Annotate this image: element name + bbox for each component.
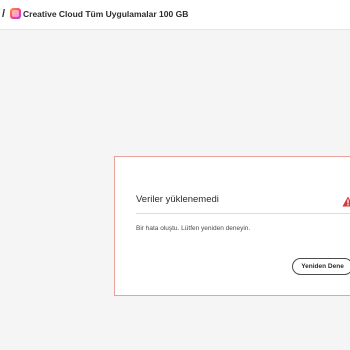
- page-title: Creative Cloud Tüm Uygulamalar 100 GB: [23, 9, 189, 19]
- error-message: Bir hata oluştu. Lütfen yeniden deneyin.: [136, 225, 251, 232]
- error-title: Veriler yüklenemedi: [136, 194, 219, 205]
- header-bar: / Creative Cloud Tüm Uygulamalar 100 GB: [0, 0, 350, 30]
- alert-icon: [342, 194, 350, 207]
- creative-cloud-icon: [10, 8, 21, 19]
- dialog-divider: [136, 213, 350, 214]
- error-dialog: Veriler yüklenemedi Bir hata oluştu. Lüt…: [114, 156, 350, 296]
- breadcrumb-separator: /: [2, 8, 6, 20]
- retry-button[interactable]: Yeniden Dene: [292, 258, 350, 275]
